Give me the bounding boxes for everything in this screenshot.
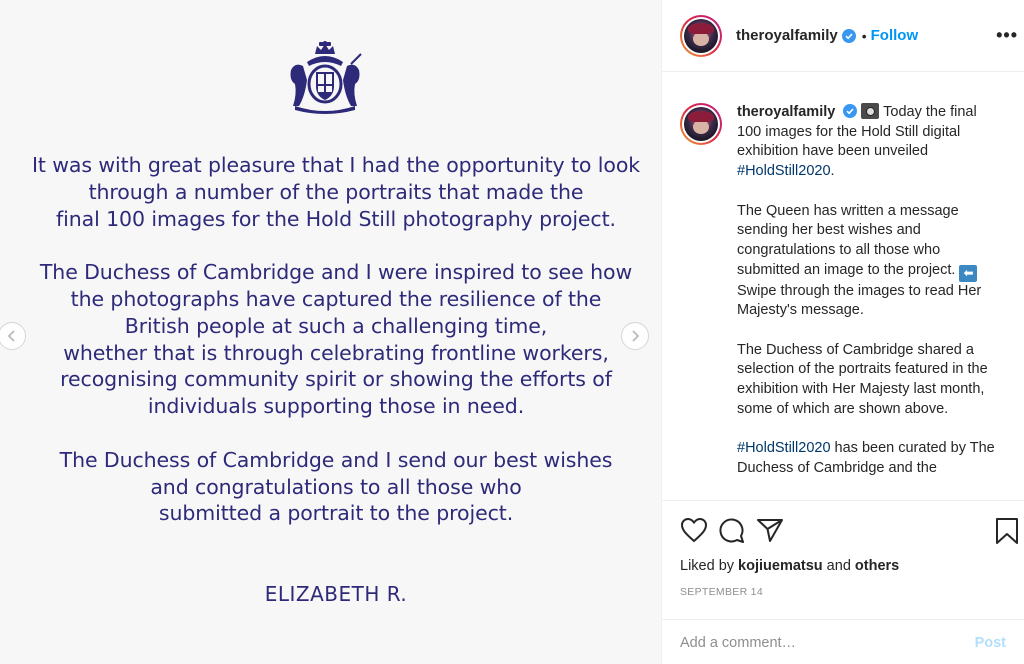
letter-line: recognising community spirit or showing … xyxy=(60,367,612,392)
letter-line: submitted a portrait to the project. xyxy=(158,501,514,526)
more-options-button[interactable]: ••• xyxy=(996,26,1018,44)
header-username[interactable]: theroyalfamily xyxy=(736,27,838,44)
avatar-frame xyxy=(682,105,720,143)
action-icons xyxy=(680,517,794,543)
caption-scroll-area[interactable]: theroyalfamily Today the final 100 image… xyxy=(662,73,1024,500)
likes-summary: Liked by kojiuematsu and others xyxy=(680,558,899,574)
avatar-frame xyxy=(682,16,720,55)
letter-signature: ELIZABETH R. xyxy=(264,582,408,606)
letter-paragraph-3: The Duchess of Cambridge and I send our … xyxy=(0,447,661,527)
post-header: theroyalfamily • Follow ••• xyxy=(662,0,1024,72)
caption-paragraph-4: #HoldStill2020 has been curated by The D… xyxy=(737,439,999,478)
caption-paragraph-2: The Queen has written a message sending … xyxy=(737,202,999,322)
post-comment-button[interactable]: Post xyxy=(975,635,1006,651)
letter-line: through a number of the portraits that m… xyxy=(88,179,584,204)
letter-line: The Duchess of Cambridge and I send our … xyxy=(59,447,613,472)
instagram-post: It was with great pleasure that I had th… xyxy=(0,0,1024,664)
chevron-left-icon xyxy=(7,330,15,342)
liked-and: and xyxy=(822,558,855,574)
comment-box: Post xyxy=(662,619,1024,664)
comment-input[interactable] xyxy=(680,634,975,651)
verified-badge-icon xyxy=(843,104,858,118)
letter-paragraph-1: It was with great pleasure that I had th… xyxy=(0,152,661,232)
caption-text-1-end: . xyxy=(830,163,835,180)
letter-line: the photographs have captured the resili… xyxy=(70,286,602,311)
heart-icon[interactable] xyxy=(680,517,708,543)
share-icon[interactable] xyxy=(756,517,784,543)
queen-letter: It was with great pleasure that I had th… xyxy=(0,152,661,554)
post-image[interactable]: It was with great pleasure that I had th… xyxy=(0,0,662,664)
post-sidebar: theroyalfamily • Follow ••• theroyalfami… xyxy=(662,0,1024,664)
letter-line: individuals supporting those in need. xyxy=(147,394,525,419)
next-image-button[interactable] xyxy=(621,322,649,350)
letter-paragraph-2: The Duchess of Cambridge and I were insp… xyxy=(0,259,661,420)
caption-text: theroyalfamily Today the final 100 image… xyxy=(737,103,999,498)
caption-paragraph-1: theroyalfamily Today the final 100 image… xyxy=(737,103,999,182)
caption-text-2: The Queen has written a message sending … xyxy=(737,202,960,278)
avatar-image xyxy=(684,18,718,53)
letter-line: final 100 images for the Hold Still phot… xyxy=(56,206,616,231)
camera-emoji-icon xyxy=(861,103,880,119)
verified-badge-icon xyxy=(841,28,856,43)
left-arrow-emoji-icon: ⬅ xyxy=(959,264,978,282)
caption-avatar[interactable] xyxy=(680,103,722,145)
liked-prefix: Liked by xyxy=(680,558,739,574)
bookmark-icon[interactable] xyxy=(994,517,1020,545)
chevron-right-icon xyxy=(632,330,640,342)
comment-icon[interactable] xyxy=(718,517,746,543)
caption-username[interactable]: theroyalfamily xyxy=(737,104,835,120)
caption-paragraph-3: The Duchess of Cambridge shared a select… xyxy=(737,341,999,420)
hashtag-link[interactable]: #HoldStill2020 xyxy=(737,163,831,179)
caption-text-2b: Swipe through the images to read Her Maj… xyxy=(737,282,982,319)
letter-line: It was with great pleasure that I had th… xyxy=(31,153,641,177)
actions-area: Liked by kojiuematsu and others Septembe… xyxy=(662,500,1024,664)
caption-row: theroyalfamily Today the final 100 image… xyxy=(680,103,1024,498)
caption-text-3: The Duchess of Cambridge shared a select… xyxy=(737,341,988,417)
follow-button[interactable]: Follow xyxy=(871,27,919,44)
royal-coat-of-arms-icon xyxy=(290,41,362,114)
letter-line: whether that is through celebrating fron… xyxy=(63,340,609,365)
letter-line: and congratulations to all those who xyxy=(150,474,522,499)
liked-others-link[interactable]: others xyxy=(855,558,899,574)
post-date[interactable]: September 14 xyxy=(680,586,763,598)
avatar[interactable] xyxy=(680,14,722,57)
liked-user-link[interactable]: kojiuematsu xyxy=(738,558,823,574)
hashtag-link[interactable]: #HoldStill2020 xyxy=(737,440,831,456)
letter-line: The Duchess of Cambridge and I were insp… xyxy=(39,260,633,285)
avatar-image xyxy=(684,107,718,141)
letter-line: British people at such a challenging tim… xyxy=(124,313,548,338)
separator-dot: • xyxy=(861,27,867,44)
